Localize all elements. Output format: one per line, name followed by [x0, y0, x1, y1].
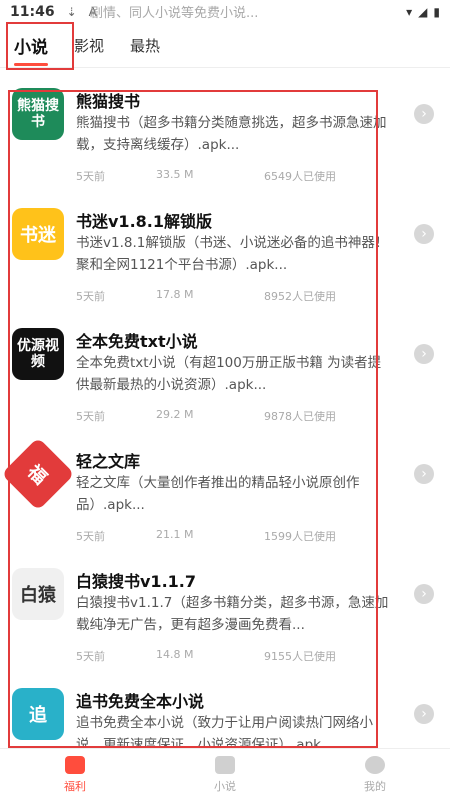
file-size: 17.8 M — [156, 288, 194, 301]
tab-video[interactable]: 影视 — [74, 35, 104, 56]
app-meta: 5天前 29.2 M 9878人已使用 — [76, 408, 394, 424]
nav-label: 福利 — [64, 779, 86, 793]
app-description: 书迷v1.8.1解锁版（书迷、小说迷必备的追书神器！聚和全网1121个平台书源）… — [76, 235, 389, 273]
chevron-right-icon[interactable]: › — [414, 104, 434, 124]
app-meta: 5天前 14.8 M 9155人已使用 — [76, 648, 394, 664]
file-size: 21.1 M — [156, 528, 194, 541]
usage-count: 1599人已使用 — [264, 530, 336, 543]
app-title: 书迷v1.8.1解锁版 — [76, 212, 212, 231]
tab-hot[interactable]: 最热 — [130, 35, 160, 56]
chevron-right-icon[interactable]: › — [414, 224, 434, 244]
usage-count: 9155人已使用 — [264, 650, 336, 663]
file-size: 29.2 M — [156, 408, 194, 421]
book-icon — [215, 755, 235, 774]
status-time: 11:46 — [10, 4, 55, 20]
app-icon: 追 — [12, 688, 64, 740]
app-title: 轻之文库 — [76, 452, 141, 471]
scroll-hint-text: 剧情、同人小说等免费小说... — [90, 6, 259, 21]
nav-label: 小说 — [214, 779, 236, 793]
download-icon: ⇣ — [66, 5, 77, 19]
usage-count: 8952人已使用 — [264, 290, 336, 303]
app-description: 白猿搜书v1.1.7（超多书籍分类，超多书源，急速加载纯净无广告，更有超多漫画免… — [76, 595, 389, 633]
list-item[interactable]: 追 追书免费全本小说 追书免费全本小说（致力于让用户阅读热门网络小说，更新速度保… — [0, 688, 450, 748]
home-icon — [65, 755, 85, 774]
app-icon: 白猿 — [12, 568, 64, 620]
app-icon: 书迷 — [12, 208, 64, 260]
app-description: 追书免费全本小说（致力于让用户阅读热门网络小说，更新速度保证，小说资源保证）.a… — [76, 715, 373, 748]
annotation-highlight-tabs — [6, 22, 74, 70]
signal-icon: ◢ — [418, 5, 428, 19]
wifi-icon: ▾ — [406, 5, 413, 19]
nav-welfare[interactable]: 福利 — [0, 749, 150, 800]
list-item[interactable]: 福 轻之文库 轻之文库（大量创作者推出的精品轻小说原创作品）.apk... 5天… — [0, 437, 450, 568]
chevron-right-icon[interactable]: › — [414, 464, 434, 484]
usage-count: 6549人已使用 — [264, 170, 336, 183]
published-age: 5天前 — [76, 170, 105, 183]
list-item[interactable]: 优源视频 全本免费txt小说 全本免费txt小说（有超100万册正版书籍 为读者… — [0, 328, 450, 448]
list-item[interactable]: 白猿 白猿搜书v1.1.7 白猿搜书v1.1.7（超多书籍分类，超多书源，急速加… — [0, 568, 450, 688]
list-item[interactable]: 熊猫搜书 熊猫搜书 熊猫搜书（超多书籍分类随意挑选，超多书源急速加载，支持离线缓… — [0, 88, 450, 208]
app-icon: 福 — [1, 437, 75, 511]
app-icon: 熊猫搜书 — [12, 88, 64, 140]
app-title: 追书免费全本小说 — [76, 692, 205, 711]
app-description: 轻之文库（大量创作者推出的精品轻小说原创作品）.apk... — [76, 475, 360, 513]
app-list[interactable]: 熊猫搜书 熊猫搜书 熊猫搜书（超多书籍分类随意挑选，超多书源急速加载，支持离线缓… — [0, 88, 450, 748]
published-age: 5天前 — [76, 650, 105, 663]
app-title: 熊猫搜书 — [76, 92, 141, 111]
chevron-right-icon[interactable]: › — [414, 584, 434, 604]
chevron-right-icon[interactable]: › — [414, 704, 434, 724]
nav-me[interactable]: 我的 — [300, 749, 450, 800]
user-icon — [365, 755, 385, 774]
app-icon: 优源视频 — [12, 328, 64, 380]
battery-icon: ▮ — [433, 5, 440, 19]
usage-count: 9878人已使用 — [264, 410, 336, 423]
app-title: 全本免费txt小说 — [76, 332, 198, 351]
chevron-right-icon[interactable]: › — [414, 344, 434, 364]
app-meta: 5天前 21.1 M 1599人已使用 — [76, 528, 394, 544]
app-description: 熊猫搜书（超多书籍分类随意挑选，超多书源急速加载，支持离线缓存）.apk... — [76, 115, 387, 153]
published-age: 5天前 — [76, 410, 105, 423]
published-age: 5天前 — [76, 290, 105, 303]
nav-novel[interactable]: 小说 — [150, 749, 300, 800]
file-size: 33.5 M — [156, 168, 194, 181]
file-size: 14.8 M — [156, 648, 194, 661]
app-title: 白猿搜书v1.1.7 — [76, 572, 196, 591]
app-meta: 5天前 17.8 M 8952人已使用 — [76, 288, 394, 304]
status-right-icons: ▾ ◢ ▮ — [406, 5, 440, 19]
app-description: 全本免费txt小说（有超100万册正版书籍 为读者提供最新最热的小说资源）.ap… — [76, 355, 382, 393]
published-age: 5天前 — [76, 530, 105, 543]
nav-label: 我的 — [364, 779, 386, 793]
list-item[interactable]: 书迷 书迷v1.8.1解锁版 书迷v1.8.1解锁版（书迷、小说迷必备的追书神器… — [0, 208, 450, 328]
app-meta: 5天前 33.5 M 6549人已使用 — [76, 168, 394, 184]
bottom-navigation: 福利 小说 我的 — [0, 748, 450, 800]
